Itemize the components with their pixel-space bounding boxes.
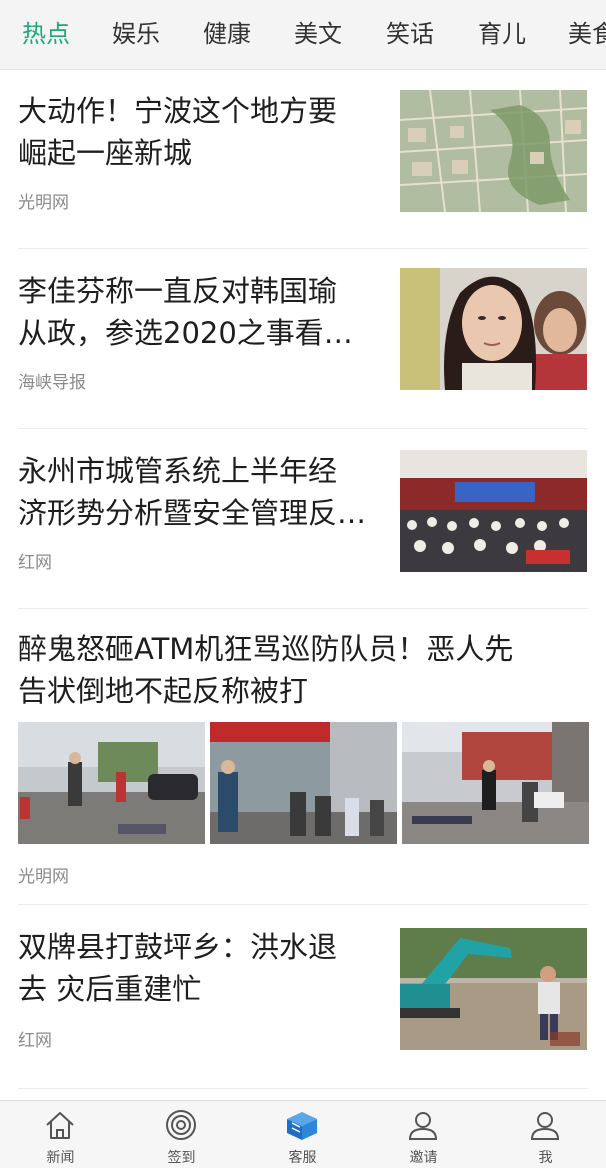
news-title-line: 李佳芬称一直反对韩国瑜 (18, 274, 338, 308)
news-title-line: 从政，参选2020之事看… (18, 316, 353, 350)
street-scene-image (402, 722, 589, 844)
nav-news[interactable]: 新闻 (0, 1101, 121, 1168)
news-title-line: 永州市城管系统上半年经 (18, 454, 338, 488)
nav-me[interactable]: 我 (485, 1101, 606, 1168)
news-title-line: 济形势分析暨安全管理反… (18, 496, 367, 530)
conference-hall-image (400, 450, 587, 572)
street-scene-image (18, 722, 205, 844)
news-title-line: 大动作！宁波这个地方要 (18, 94, 338, 128)
nav-label: 签到 (167, 1150, 196, 1166)
excavator-flood-image (400, 928, 587, 1050)
nav-checkin[interactable]: 签到 (121, 1101, 242, 1168)
news-title-line: 告状倒地不起反称被打 (18, 674, 309, 708)
nav-invite[interactable]: 邀请 (363, 1101, 484, 1168)
news-title-line: 双牌县打鼓坪乡：洪水退 (18, 930, 338, 964)
target-icon (163, 1107, 199, 1143)
tab-hot[interactable]: 热点 (22, 14, 70, 54)
nav-label: 新闻 (46, 1150, 75, 1166)
street-scene-image (210, 722, 397, 844)
nav-label: 我 (538, 1150, 553, 1166)
tab-jokes[interactable]: 笑话 (386, 14, 434, 54)
user-icon (527, 1107, 563, 1143)
city-planning-map-image (400, 90, 587, 212)
nav-label: 邀请 (409, 1150, 438, 1166)
news-source: 海峡导报 (18, 373, 86, 393)
tab-parenting[interactable]: 育儿 (478, 14, 526, 54)
category-tab-bar: 热点 娱乐 健康 美文 笑话 育儿 美食 (0, 0, 606, 70)
person-icon (405, 1107, 441, 1143)
bottom-navigation: 新闻 签到 客服 邀请 我 (0, 1100, 606, 1168)
nav-service[interactable]: 客服 (242, 1101, 363, 1168)
cube-icon (284, 1107, 320, 1143)
woman-portrait-image (400, 268, 587, 390)
news-source: 光明网 (18, 867, 69, 887)
nav-label: 客服 (288, 1150, 317, 1166)
news-source: 红网 (18, 1031, 52, 1051)
news-title-line: 崛起一座新城 (18, 136, 193, 170)
house-icon (42, 1107, 78, 1143)
tab-health[interactable]: 健康 (203, 14, 251, 54)
news-title-line: 去 灾后重建忙 (18, 972, 202, 1006)
news-title-line: 醉鬼怒砸ATM机狂骂巡防队员！恶人先 (18, 632, 514, 666)
tab-essay[interactable]: 美文 (294, 14, 342, 54)
news-source: 红网 (18, 553, 52, 573)
tab-food[interactable]: 美食 (568, 14, 606, 54)
tab-entertainment[interactable]: 娱乐 (112, 14, 160, 54)
news-source: 光明网 (18, 193, 69, 213)
